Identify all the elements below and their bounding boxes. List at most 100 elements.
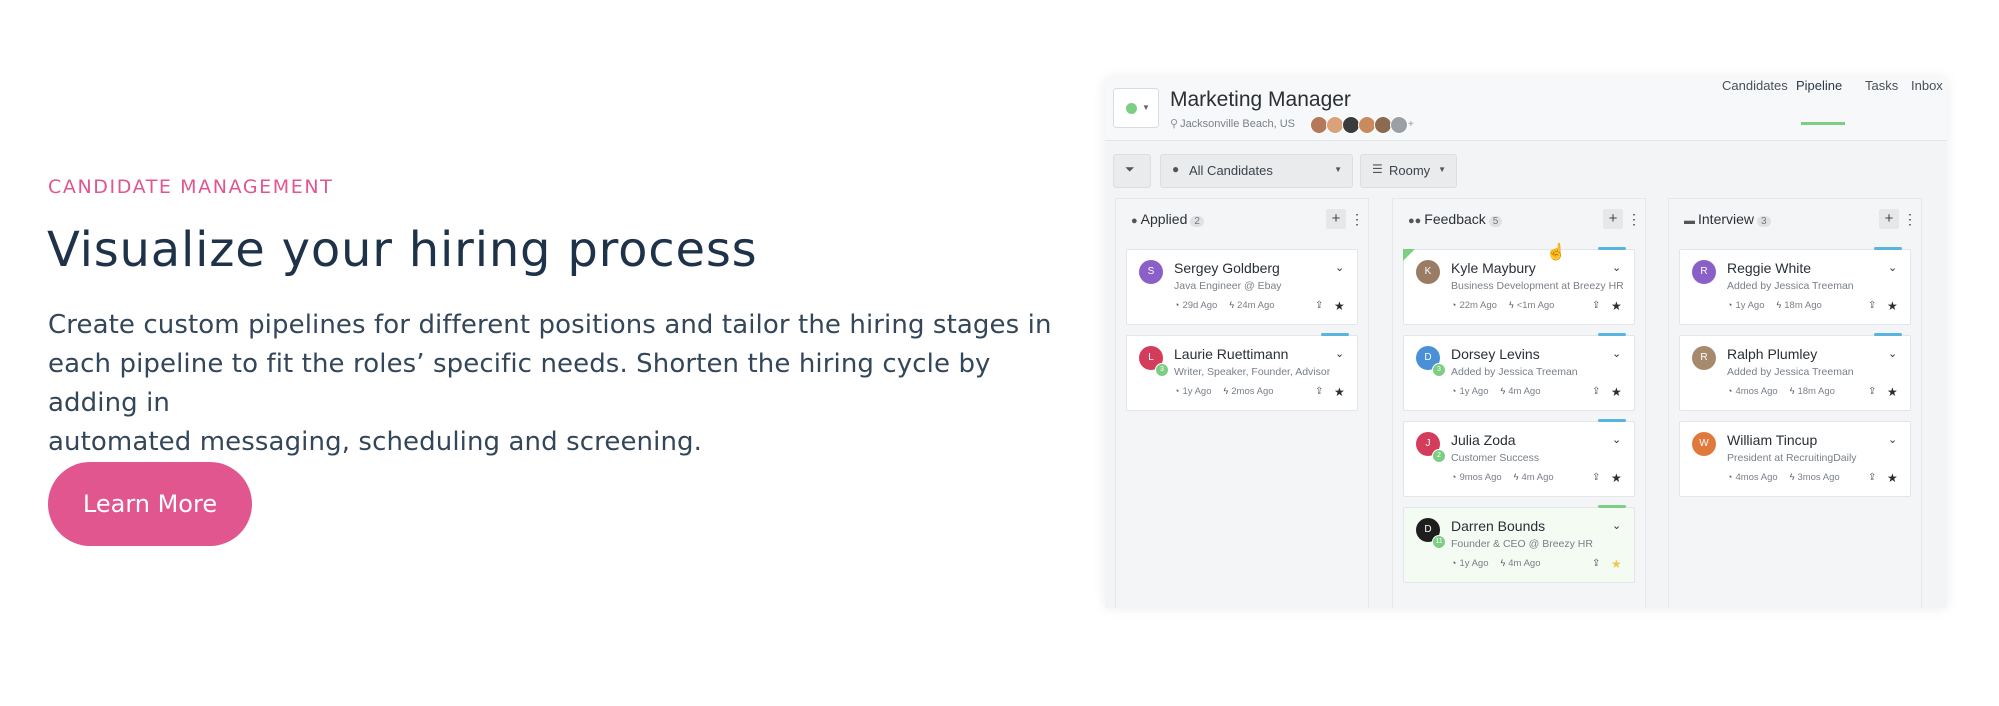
added-time: 1y Ago [1182,386,1212,397]
added-time: 4mos Ago [1735,472,1778,483]
add-team-member-icon[interactable]: + [1408,119,1414,130]
candidate-subtitle: Customer Success [1451,452,1540,464]
activity-time: 4m Ago [1508,386,1541,397]
candidate-name[interactable]: Ralph Plumley [1727,346,1817,362]
clock-icon: ◔ [1727,300,1733,310]
upload-icon[interactable]: ⇪ [1868,386,1876,397]
candidate-card[interactable]: K Kyle Maybury Business Development at Br… [1403,247,1635,325]
chevron-down-icon[interactable]: ⌄ [1888,347,1897,360]
candidate-card[interactable]: D 11 Darren Bounds Founder & CEO @ Breezy … [1403,505,1635,583]
candidate-name[interactable]: Reggie White [1727,260,1811,276]
candidate-name[interactable]: William Tincup [1727,432,1817,448]
upload-icon[interactable]: ⇪ [1592,472,1600,483]
tab-pipeline[interactable]: Pipeline [1796,78,1842,93]
section-description: Create custom pipelines for different po… [48,306,1078,462]
stage-indicator [1874,333,1902,336]
candidate-card[interactable]: R Reggie White Added by Jessica Treeman ◔… [1679,247,1911,325]
upload-icon[interactable]: ⇪ [1868,472,1876,483]
candidate-subtitle: Added by Jessica Treeman [1727,280,1854,292]
star-icon[interactable]: ★ [1611,385,1622,399]
chevron-down-icon[interactable]: ⌄ [1612,261,1621,274]
candidate-subtitle: Business Development at Breezy HR [1451,280,1624,292]
view-density-value: Roomy [1389,163,1431,178]
candidate-meta: ◔ 1y Ago ϟ 2mos Ago [1174,386,1274,397]
activity-icon: ϟ [1500,558,1506,568]
chevron-down-icon[interactable]: ⌄ [1612,347,1621,360]
candidate-name[interactable]: Sergey Goldberg [1174,260,1280,276]
column-menu-icon[interactable]: ⋮ [1627,209,1641,229]
candidate-card[interactable]: S Sergey Goldberg Java Engineer @ Ebay ◔ 2… [1126,249,1358,325]
avatar: R [1692,346,1716,370]
chevron-down-icon[interactable]: ⌄ [1888,261,1897,274]
upload-icon[interactable]: ⇪ [1868,300,1876,311]
star-icon[interactable]: ★ [1887,385,1898,399]
candidate-card[interactable]: W William Tincup President at RecruitingD… [1679,421,1911,497]
location-pin-icon: ⚲ [1170,118,1179,130]
chevron-down-icon[interactable]: ⌄ [1335,261,1344,274]
chevron-down-icon[interactable]: ⌄ [1888,433,1897,446]
star-icon[interactable]: ★ [1611,471,1622,485]
candidate-name[interactable]: Darren Bounds [1451,518,1545,534]
candidate-card[interactable]: D 3 Dorsey Levins Added by Jessica Treeman… [1403,333,1635,411]
learn-more-button[interactable]: Learn More [48,462,252,546]
upload-icon[interactable]: ⇪ [1592,558,1600,569]
tab-inbox[interactable]: Inbox [1911,78,1943,93]
chevron-down-icon[interactable]: ⌄ [1335,347,1344,360]
candidate-subtitle: Founder & CEO @ Breezy HR [1451,538,1593,550]
star-icon[interactable]: ★ [1611,299,1622,313]
column-title: ● Applied 2 [1131,211,1204,227]
column-title-text: Feedback [1424,211,1486,227]
added-time: 22m Ago [1459,300,1497,311]
upload-icon[interactable]: ⇪ [1592,300,1600,311]
candidate-card[interactable]: L 3 Laurie Ruettimann Writer, Speaker, Fou… [1126,333,1358,411]
added-time: 9mos Ago [1459,472,1502,483]
candidate-card[interactable]: R Ralph Plumley Added by Jessica Treeman … [1679,333,1911,411]
column-menu-icon[interactable]: ⋮ [1350,209,1364,229]
clock-icon: ◔ [1174,386,1180,396]
candidate-name[interactable]: Dorsey Levins [1451,346,1540,362]
upload-icon[interactable]: ⇪ [1315,386,1323,397]
added-time: 29d Ago [1182,300,1218,311]
candidate-meta: ◔ 29d Ago ϟ 24m Ago [1174,300,1275,311]
filter-icon: ⏷ [1125,162,1135,176]
star-icon[interactable]: ★ [1887,299,1898,313]
add-candidate-button[interactable]: + [1326,209,1346,229]
activity-icon: ϟ [1789,472,1795,482]
add-candidate-button[interactable]: + [1879,209,1899,229]
chevron-down-icon[interactable]: ⌄ [1612,519,1621,532]
clock-icon: ◔ [1174,300,1180,310]
clock-icon: ◔ [1451,558,1457,568]
candidate-card[interactable]: J 2 Julia Zoda Customer Success ◔ 9mos Ago ϟ… [1403,419,1635,497]
star-icon[interactable]: ★ [1334,299,1345,313]
tab-tasks[interactable]: Tasks [1865,78,1898,93]
candidate-name[interactable]: Laurie Ruettimann [1174,346,1288,362]
filter-button[interactable]: ⏷ [1113,154,1151,188]
activity-time: 3mos Ago [1797,472,1840,483]
team-member-avatar[interactable] [1390,116,1408,134]
upload-icon[interactable]: ⇪ [1592,386,1600,397]
score-badge: 2 [1432,449,1446,463]
column-count: 2 [1190,216,1204,227]
candidate-name[interactable]: Julia Zoda [1451,432,1516,448]
pipeline-app-screenshot: ▼ Marketing Manager ⚲ Jacksonville Beach,… [1105,78,1947,608]
star-icon[interactable]: ★ [1334,385,1345,399]
star-icon[interactable]: ★ [1887,471,1898,485]
chevron-down-icon[interactable]: ⌄ [1612,433,1621,446]
candidates-select[interactable]: ● All Candidates ▼ [1160,154,1353,188]
candidates-select-value: All Candidates [1189,163,1273,178]
activity-time: 2mos Ago [1231,386,1274,397]
view-density-select[interactable]: ☰ Roomy ▼ [1360,154,1457,188]
upload-icon[interactable]: ⇪ [1315,300,1323,311]
location-text: Jacksonville Beach, US [1180,118,1296,130]
candidate-subtitle: Added by Jessica Treeman [1451,366,1578,378]
activity-icon: ϟ [1508,300,1514,310]
tab-candidates[interactable]: Candidates [1722,78,1788,93]
column-menu-icon[interactable]: ⋮ [1903,209,1917,229]
job-location: ⚲ Jacksonville Beach, US [1170,117,1295,130]
add-candidate-button[interactable]: + [1603,209,1623,229]
candidate-meta: ◔ 1y Ago ϟ 4m Ago [1451,558,1540,569]
candidate-name[interactable]: Kyle Maybury [1451,260,1536,276]
star-icon[interactable]: ★ [1611,557,1622,571]
activity-time: 4m Ago [1521,472,1554,483]
job-status-dropdown[interactable]: ▼ [1113,88,1159,128]
